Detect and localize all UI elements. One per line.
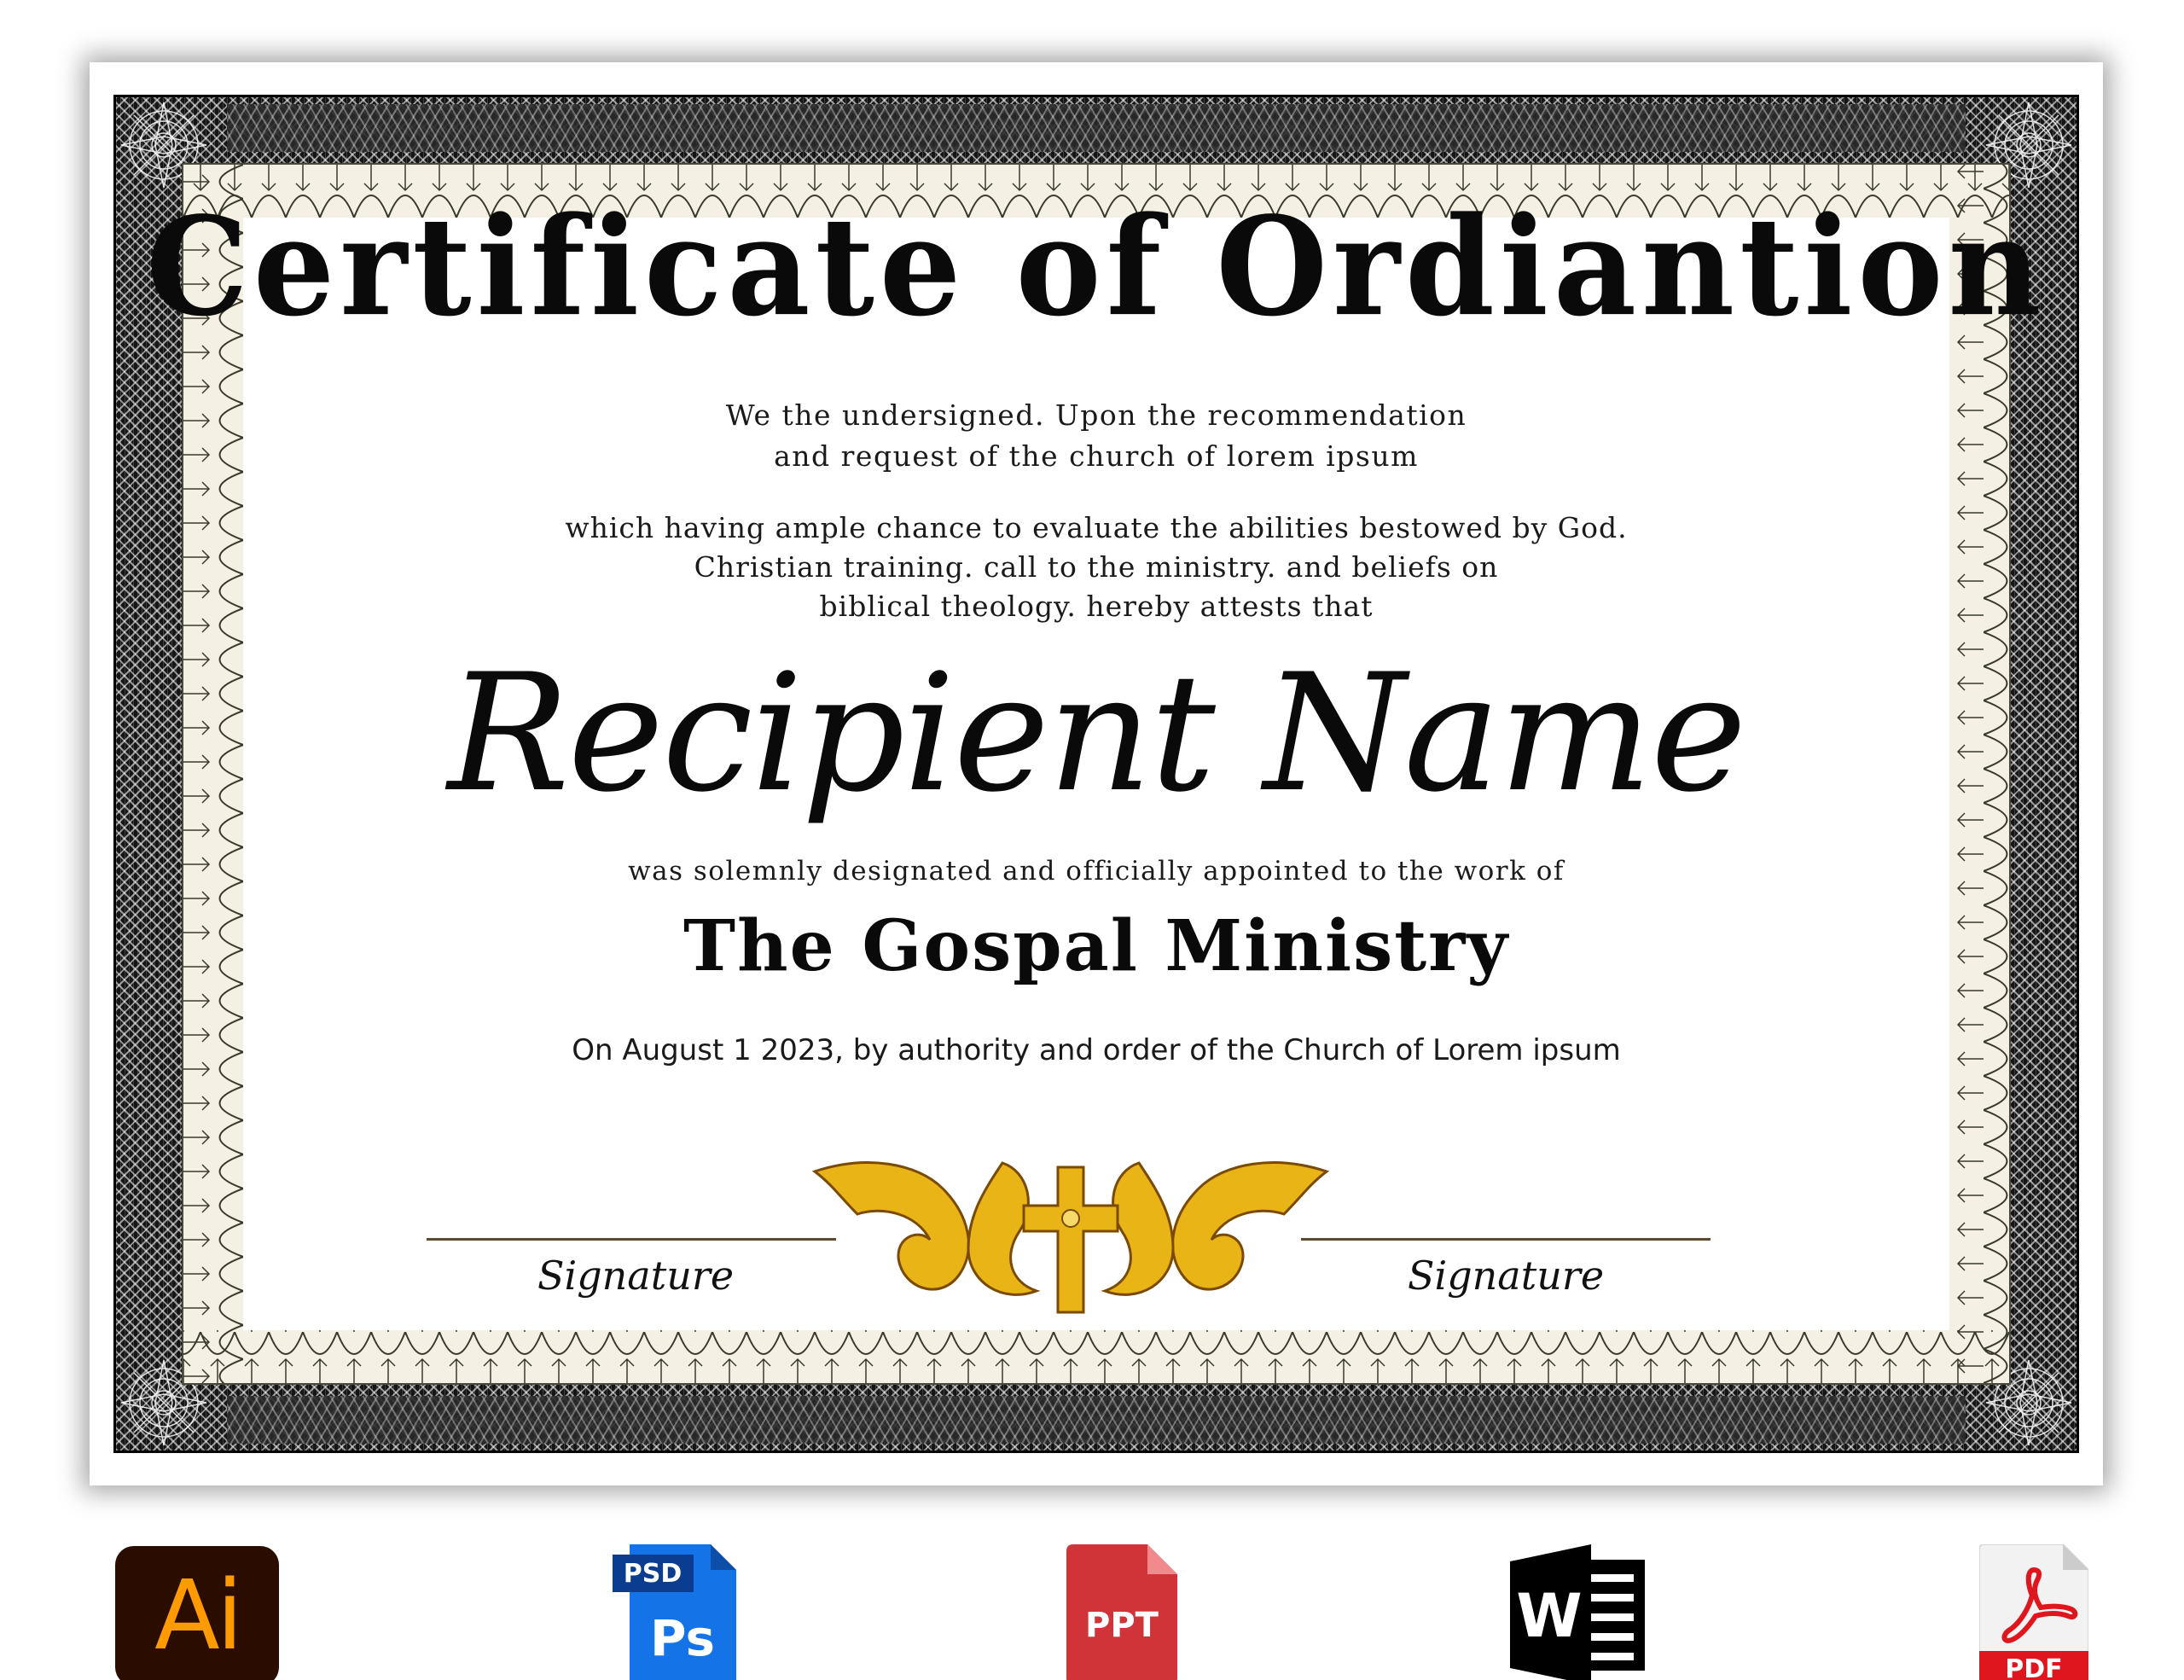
attestation-line: which having ample chance to evaluate th…	[565, 511, 1628, 544]
psd-label: PSD	[624, 1559, 682, 1589]
recipient-name: Recipient Name	[447, 639, 1747, 828]
date-authority-text: On August 1 2023, by authority and order…	[572, 1033, 1621, 1067]
ps-label: Ps	[650, 1609, 715, 1667]
certificate-title: Certificate of Ordiantion	[146, 187, 2047, 347]
signature-line-right	[1301, 1238, 1711, 1241]
certificate: Certificate of Ordiantion We the undersi…	[90, 62, 2103, 1485]
pdf-label: PDF	[2005, 1654, 2062, 1680]
intro-line: We the undersigned. Upon the recommendat…	[725, 398, 1467, 432]
intro-line: and request of the church of lorem ipsum	[774, 439, 1419, 473]
signature-line-left	[427, 1238, 836, 1241]
appointment-text: was solemnly designated and officially a…	[628, 856, 1565, 887]
photoshop-icon: PSD Ps	[613, 1544, 736, 1680]
powerpoint-icon: PPT	[1066, 1544, 1177, 1680]
gold-cross-ornament-icon	[811, 1161, 1330, 1314]
signature-label-right: Signature	[1408, 1253, 1605, 1299]
attestation-line: biblical theology. hereby attests that	[819, 590, 1374, 623]
signature-label-left: Signature	[537, 1253, 735, 1299]
ppt-label: PPT	[1085, 1606, 1159, 1645]
attestation-line: Christian training. call to the ministry…	[694, 550, 1499, 584]
adobe-illustrator-icon: Ai	[115, 1546, 279, 1680]
ministry-title: The Gospal Ministry	[683, 905, 1509, 987]
word-icon: W	[1510, 1544, 1645, 1680]
attestation-text: which having ample chance to evaluate th…	[90, 509, 2103, 626]
certificate-content: Certificate of Ordiantion We the undersi…	[90, 62, 2103, 1485]
pdf-icon: PDF	[1979, 1544, 2088, 1680]
page: Certificate of Ordiantion We the undersi…	[0, 0, 2184, 1680]
intro-text: We the undersigned. Upon the recommendat…	[90, 395, 2103, 477]
word-label: W	[1516, 1581, 1582, 1651]
